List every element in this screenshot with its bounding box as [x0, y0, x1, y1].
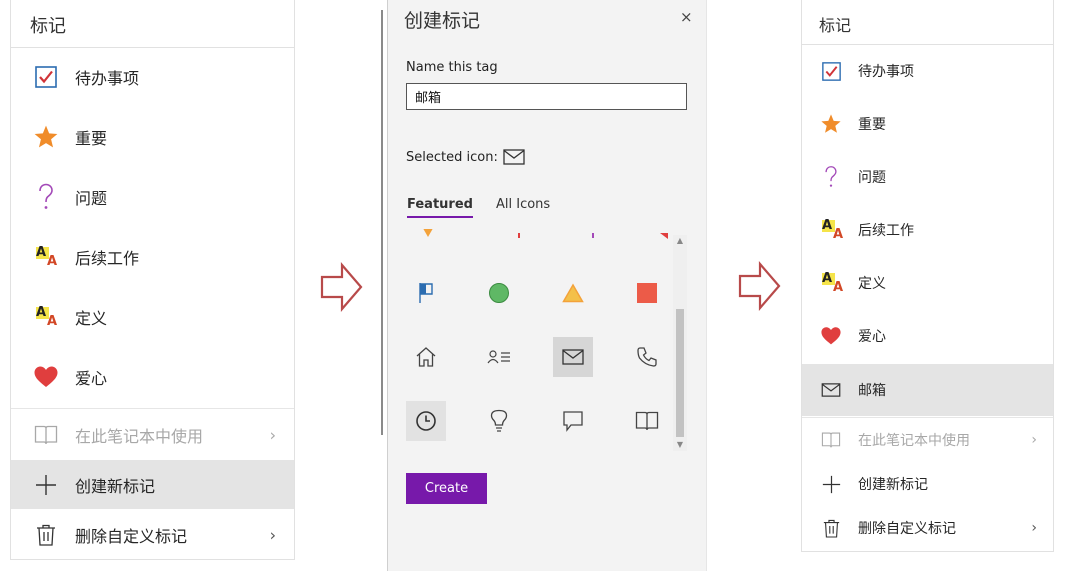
tag-item-label: 定义	[75, 309, 108, 328]
contact-list-icon[interactable]	[479, 337, 519, 377]
clock-icon[interactable]	[406, 401, 446, 441]
tag-item-followup[interactable]: AA 后续工作	[802, 206, 1053, 254]
tag-item-label: 邮箱	[858, 383, 886, 399]
tag-item-todo[interactable]: 待办事项	[802, 47, 1053, 95]
use-in-notebook-item[interactable]: 在此笔记本中使用 ›	[802, 419, 1053, 461]
highlight-aa-icon: AA	[822, 218, 844, 242]
close-icon[interactable]: ×	[680, 8, 693, 26]
create-tag-dialog: 创建标记 × Name this tag Selected icon: Feat…	[387, 0, 707, 571]
tag-item-todo[interactable]: 待办事项	[11, 50, 294, 104]
flag-icon[interactable]	[406, 273, 446, 313]
highlight-aa-icon: AA	[36, 245, 58, 269]
tag-item-label: 重要	[858, 117, 886, 133]
scrollbar-thumb[interactable]	[676, 309, 684, 437]
tags-menu-title: 标记	[30, 16, 66, 37]
tag-name-label: Name this tag	[406, 60, 498, 75]
dialog-shadow-edge	[381, 10, 383, 435]
circle-icon[interactable]	[479, 273, 519, 313]
menu-divider	[11, 408, 294, 409]
tag-item-mailbox[interactable]: 邮箱	[802, 364, 1053, 416]
envelope-icon	[503, 149, 525, 169]
create-new-tag-item[interactable]: 创建新标记	[11, 460, 294, 509]
delete-custom-tag-label: 删除自定义标记	[75, 526, 188, 546]
tab-all-icons[interactable]: All Icons	[496, 197, 550, 212]
phone-icon[interactable]	[627, 337, 667, 377]
tag-item-followup[interactable]: AA 后续工作	[11, 230, 294, 284]
tag-item-label: 后续工作	[75, 249, 140, 268]
scroll-down-icon[interactable]: ▼	[673, 440, 687, 449]
star-icon	[820, 113, 842, 135]
tag-item-question[interactable]: 问题	[11, 170, 294, 224]
book-icon[interactable]	[627, 401, 667, 441]
create-button[interactable]: Create	[406, 473, 487, 504]
trash-icon	[820, 517, 842, 539]
tag-item-label: 爱心	[858, 329, 886, 345]
tags-menu-header: 标记	[11, 0, 294, 48]
tab-featured[interactable]: Featured	[407, 197, 473, 218]
highlight-aa-icon: AA	[36, 305, 58, 329]
dialog-title: 创建标记	[404, 10, 481, 32]
chevron-right-icon: ›	[1031, 432, 1037, 448]
tags-menu-header: 标记	[802, 0, 1053, 45]
menu-divider	[802, 417, 1053, 418]
delete-custom-tag-item[interactable]: 删除自定义标记 ›	[802, 507, 1053, 549]
envelope-icon[interactable]	[553, 337, 593, 377]
tag-item-label: 重要	[75, 129, 108, 148]
tag-item-label: 问题	[858, 170, 886, 186]
tags-menu-title: 标记	[819, 16, 852, 35]
tag-item-label: 后续工作	[858, 223, 914, 239]
tags-menu-before: 标记 待办事项 重要 问题 AA 后续工作 AA 定义 爱心 在此笔记本中使用 …	[10, 0, 295, 560]
question-mark-icon	[33, 183, 59, 210]
tag-item-heart[interactable]: 爱心	[802, 312, 1053, 360]
tag-item-label: 定义	[858, 276, 886, 292]
tag-name-input[interactable]	[406, 83, 687, 110]
tags-menu-after: 标记 待办事项 重要 问题 AA 后续工作 AA 定义 爱心 邮箱 在此笔记本中…	[801, 0, 1054, 552]
checkbox-checked-icon	[33, 64, 59, 90]
checkbox-checked-icon	[820, 60, 842, 82]
trash-icon	[33, 522, 59, 548]
tag-item-label: 待办事项	[858, 64, 914, 80]
heart-icon	[820, 325, 842, 347]
tag-item-important[interactable]: 重要	[11, 110, 294, 164]
arrow-right-icon	[320, 262, 363, 312]
tag-item-label: 问题	[75, 189, 108, 208]
chevron-right-icon: ›	[269, 525, 276, 544]
create-new-tag-label: 创建新标记	[75, 476, 156, 496]
tag-item-label: 待办事项	[75, 69, 140, 88]
envelope-icon	[820, 379, 842, 401]
lightbulb-icon[interactable]	[479, 401, 519, 441]
star-icon	[33, 124, 59, 150]
delete-custom-tag-label: 删除自定义标记	[858, 521, 956, 537]
selected-icon-label: Selected icon:	[406, 150, 498, 165]
icon-row-clipped	[408, 228, 668, 242]
create-new-tag-label: 创建新标记	[858, 477, 928, 493]
scroll-up-icon[interactable]: ▲	[673, 236, 687, 245]
tag-item-heart[interactable]: 爱心	[11, 350, 294, 404]
question-mark-icon	[820, 166, 842, 188]
delete-custom-tag-item[interactable]: 删除自定义标记 ›	[11, 510, 294, 559]
create-new-tag-item[interactable]: 创建新标记	[802, 463, 1053, 505]
use-in-notebook-label: 在此笔记本中使用	[75, 426, 204, 446]
tag-item-definition[interactable]: AA 定义	[11, 290, 294, 344]
book-icon	[820, 429, 842, 451]
use-in-notebook-label: 在此笔记本中使用	[858, 433, 970, 449]
plus-icon	[33, 472, 59, 498]
tag-item-label: 爱心	[75, 369, 108, 388]
tag-item-important[interactable]: 重要	[802, 100, 1053, 148]
tag-item-question[interactable]: 问题	[802, 153, 1053, 201]
tag-item-definition[interactable]: AA 定义	[802, 259, 1053, 307]
heart-icon	[33, 364, 59, 390]
speech-bubble-icon[interactable]	[553, 401, 593, 441]
chevron-right-icon: ›	[1031, 520, 1037, 536]
home-icon[interactable]	[406, 337, 446, 377]
highlight-aa-icon: AA	[822, 271, 844, 295]
chevron-right-icon: ›	[269, 425, 276, 444]
arrow-right-icon	[738, 261, 781, 311]
square-icon[interactable]	[627, 273, 667, 313]
use-in-notebook-item[interactable]: 在此笔记本中使用 ›	[11, 410, 294, 459]
book-icon	[33, 422, 59, 448]
triangle-icon[interactable]	[553, 273, 593, 313]
plus-icon	[820, 473, 842, 495]
